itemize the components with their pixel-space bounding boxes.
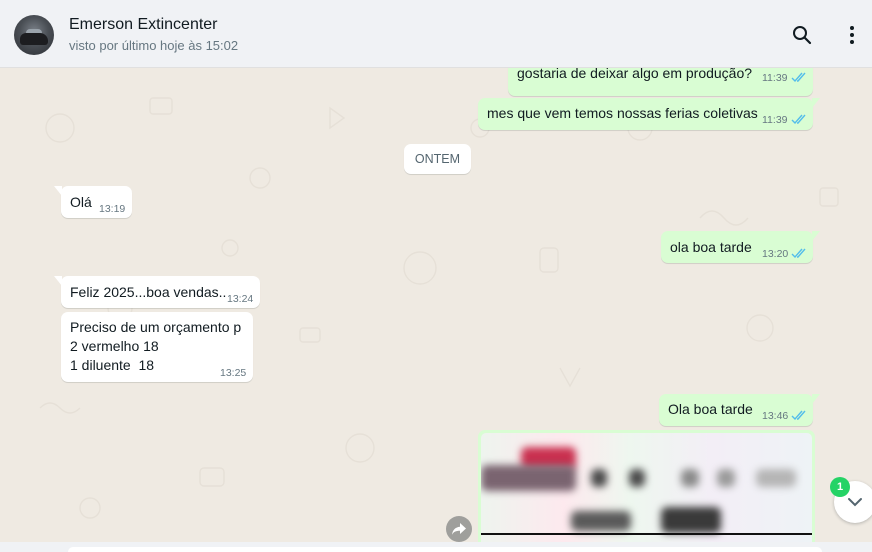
message-time: 11:39 — [762, 114, 788, 126]
forward-icon[interactable] — [446, 516, 472, 542]
read-receipt-icon — [791, 114, 806, 125]
message-bubble-incoming[interactable]: Preciso de um orçamento p 2 vermelho 18 … — [61, 312, 253, 382]
last-seen-status: visto por último hoje às 15:02 — [69, 38, 239, 53]
message-bubble-outgoing[interactable]: mes que vem temos nossas ferias coletiva… — [478, 98, 820, 130]
read-receipt-icon — [791, 248, 806, 259]
message-time: 13:24 — [227, 293, 254, 305]
message-text-line: Preciso de um orçamento p — [70, 319, 242, 335]
message-bubble-outgoing[interactable]: Ola boa tarde 13:46 — [659, 394, 820, 426]
message-time: 13:20 — [762, 248, 789, 260]
message-bubble-outgoing[interactable]: gostaria de deixar algo em produção? 11:… — [508, 68, 813, 96]
message-text-line: 1 diluente 18 — [70, 357, 155, 373]
read-receipt-icon — [791, 410, 806, 421]
message-text-line: 2 vermelho 18 — [70, 338, 159, 354]
message-time: 13:25 — [220, 367, 247, 379]
message-input[interactable] — [68, 547, 822, 552]
message-text: gostaria de deixar algo em produção? — [517, 68, 753, 81]
contact-name[interactable]: Emerson Extincenter — [69, 16, 218, 34]
message-text: ola boa tarde — [670, 239, 752, 255]
message-text: Feliz 2025...boa vendas.. — [70, 284, 227, 300]
message-time: 13:19 — [99, 203, 126, 215]
search-icon[interactable] — [789, 22, 815, 48]
chat-header: Emerson Extincenter visto por último hoj… — [0, 0, 872, 68]
message-text: mes que vem temos nossas ferias coletiva… — [487, 105, 758, 121]
message-bubble-incoming[interactable]: Olá 13:19 — [54, 186, 132, 218]
message-text: Olá — [70, 194, 92, 210]
chat-messages-area[interactable]: gostaria de deixar algo em produção? 11:… — [0, 68, 872, 542]
date-separator: ONTEM — [404, 144, 471, 174]
read-receipt-icon — [791, 72, 806, 83]
message-image-outgoing[interactable] — [478, 430, 815, 542]
message-text: Ola boa tarde — [668, 401, 753, 417]
message-time: 13:46 — [762, 410, 789, 422]
message-time: 11:39 — [762, 72, 788, 84]
contact-avatar[interactable] — [14, 15, 54, 55]
chevron-down-icon — [848, 498, 862, 507]
message-bubble-outgoing[interactable]: ola boa tarde 13:20 — [661, 231, 820, 263]
message-bubble-incoming[interactable]: Feliz 2025...boa vendas.. 13:24 — [54, 276, 260, 308]
message-composer — [0, 542, 872, 552]
image-thumbnail[interactable] — [481, 433, 812, 542]
menu-dots-icon[interactable] — [839, 22, 865, 48]
unread-count-badge: 1 — [830, 477, 850, 497]
